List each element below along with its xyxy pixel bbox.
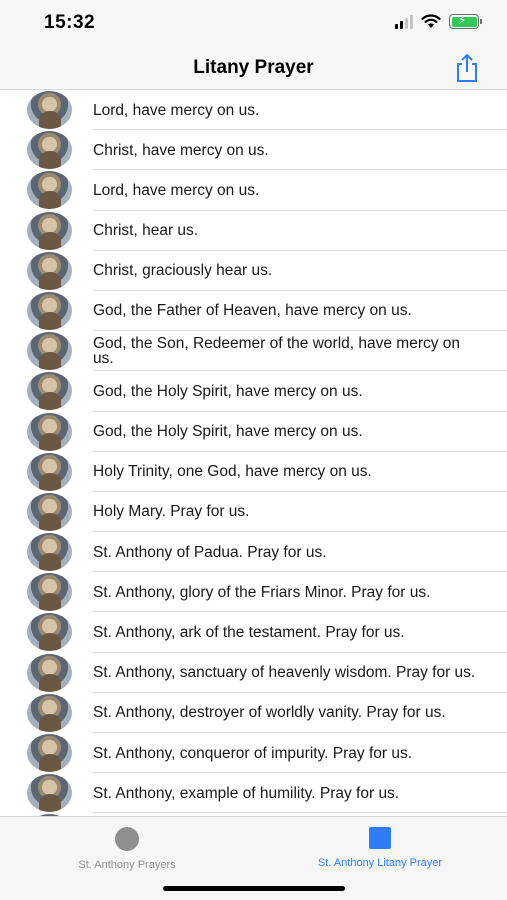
list-item-label: St. Anthony, ark of the testament. Pray … <box>93 623 405 641</box>
list-item[interactable]: St. Anthony, conqueror of impurity. Pray… <box>0 733 507 774</box>
navigation-bar: Litany Prayer <box>0 44 507 90</box>
list-item-label: Christ, have mercy on us. <box>93 141 269 159</box>
list-item-label: St. Anthony, example of humility. Pray f… <box>93 784 400 802</box>
list-item[interactable]: Christ, hear us. <box>0 211 507 251</box>
saint-avatar <box>27 452 72 491</box>
list-item-label: Christ, graciously hear us. <box>93 262 273 280</box>
list-item-label: Holy Trinity, one God, have mercy on us. <box>93 463 372 481</box>
saint-avatar <box>27 412 72 451</box>
list-item[interactable]: St. Anthony, sanctuary of heavenly wisdo… <box>0 653 507 693</box>
status-time: 15:32 <box>44 12 96 33</box>
tab-st-anthony-prayers[interactable]: St. Anthony Prayers <box>27 825 227 871</box>
list-item-label: Christ, hear us. <box>93 222 199 240</box>
saint-avatar <box>27 774 72 813</box>
cellular-signal-icon <box>395 14 413 29</box>
saint-avatar <box>27 372 72 411</box>
list-item[interactable]: Lord, have mercy on us. <box>0 170 507 211</box>
list-item-label: St. Anthony of Padua. Pray for us. <box>93 543 327 561</box>
saint-avatar <box>27 653 72 692</box>
saint-avatar <box>27 573 72 612</box>
list-item-label: Holy Mary. Pray for us. <box>93 503 250 521</box>
saint-avatar <box>27 91 72 129</box>
circle-icon <box>115 827 139 851</box>
list-item[interactable]: St. Anthony, glory of the Friars Minor. … <box>0 572 507 613</box>
list-item[interactable]: St. Anthony, destroyer of worldly vanity… <box>0 693 507 733</box>
square-icon <box>369 827 391 849</box>
list-item[interactable]: God, the Son, Redeemer of the world, hav… <box>0 331 507 372</box>
list-item[interactable]: God, the Holy Spirit, have mercy on us. <box>0 371 507 412</box>
saint-avatar <box>27 171 72 210</box>
list-item-label: God, the Holy Spirit, have mercy on us. <box>93 382 363 400</box>
saint-avatar <box>27 291 72 330</box>
list-item[interactable]: St. Anthony of Padua. Pray for us. <box>0 532 507 573</box>
saint-avatar <box>27 734 72 772</box>
list-item-label: Lord, have mercy on us. <box>93 181 260 199</box>
list-item[interactable]: Holy Mary. Pray for us. <box>0 492 507 533</box>
saint-avatar <box>27 332 72 371</box>
tab-st-anthony-litany-prayer[interactable]: St. Anthony Litany Prayer <box>280 825 480 869</box>
wifi-icon <box>421 14 441 28</box>
list-item[interactable]: God, the Holy Spirit, have mercy on us. <box>0 412 507 452</box>
list-item-label: St. Anthony, destroyer of worldly vanity… <box>93 704 446 722</box>
saint-avatar <box>27 533 72 572</box>
list-item-label: St. Anthony, sanctuary of heavenly wisdo… <box>93 664 476 682</box>
saint-avatar <box>27 492 72 531</box>
saint-avatar <box>27 131 72 170</box>
saint-avatar <box>27 693 72 732</box>
tab-label: St. Anthony Litany Prayer <box>317 857 443 869</box>
page-title: Litany Prayer <box>193 57 314 78</box>
list-item[interactable]: Holy Trinity, one God, have mercy on us. <box>0 452 507 492</box>
saint-avatar <box>27 251 72 290</box>
list-item[interactable]: Lord, have mercy on us. <box>0 90 507 131</box>
list-item[interactable]: St. Anthony, ark of the testament. Pray … <box>0 612 507 653</box>
list-item-label: St. Anthony, conqueror of impurity. Pray… <box>93 744 413 762</box>
share-icon[interactable] <box>453 53 481 83</box>
list-item-label: God, the Son, Redeemer of the world, hav… <box>93 335 461 368</box>
list-item[interactable]: God, the Father of Heaven, have mercy on… <box>0 291 507 332</box>
list-item[interactable]: Christ, have mercy on us. <box>0 130 507 171</box>
status-bar: 15:32 ⚡ <box>0 0 507 44</box>
tab-label: St. Anthony Prayers <box>78 859 176 871</box>
battery-charging-icon: ⚡ <box>449 13 482 29</box>
saint-avatar <box>27 211 72 250</box>
saint-avatar <box>27 613 72 652</box>
list-item-label: God, the Holy Spirit, have mercy on us. <box>93 423 363 440</box>
litany-list[interactable]: Lord, have mercy on us. Christ, have merc… <box>0 90 507 816</box>
list-item[interactable]: St. Anthony, example of humility. Pray f… <box>0 773 507 814</box>
list-item-label: Lord, have mercy on us. <box>93 101 260 119</box>
home-indicator <box>163 886 345 891</box>
status-icons: ⚡ <box>395 13 482 29</box>
list-item[interactable]: Christ, graciously hear us. <box>0 251 507 291</box>
list-item-label: God, the Father of Heaven, have mercy on… <box>93 302 412 320</box>
list-item-label: St. Anthony, glory of the Friars Minor. … <box>93 583 431 601</box>
